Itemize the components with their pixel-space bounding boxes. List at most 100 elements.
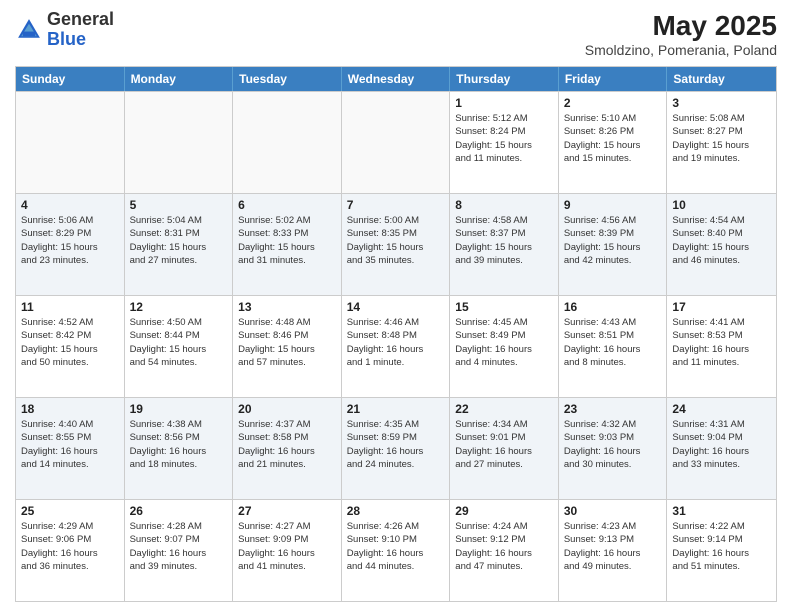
day-info: Sunrise: 4:29 AM Sunset: 9:06 PM Dayligh…	[21, 520, 119, 573]
day-number: 18	[21, 402, 119, 416]
day-info: Sunrise: 5:10 AM Sunset: 8:26 PM Dayligh…	[564, 112, 662, 165]
day-number: 15	[455, 300, 553, 314]
day-number: 9	[564, 198, 662, 212]
day-number: 23	[564, 402, 662, 416]
empty-cell	[16, 92, 125, 193]
day-number: 26	[130, 504, 228, 518]
day-cell: 21Sunrise: 4:35 AM Sunset: 8:59 PM Dayli…	[342, 398, 451, 499]
day-cell: 4 Sunrise: 5:06 AM Sunset: 8:29 PM Daylig…	[16, 194, 125, 295]
day-number: 29	[455, 504, 553, 518]
day-number: 27	[238, 504, 336, 518]
day-cell: 10Sunrise: 4:54 AM Sunset: 8:40 PM Dayli…	[667, 194, 776, 295]
calendar-row: 1Sunrise: 5:12 AM Sunset: 8:24 PM Daylig…	[16, 91, 776, 193]
logo: General Blue	[15, 10, 114, 50]
day-cell: 7 Sunrise: 5:00 AM Sunset: 8:35 PM Daylig…	[342, 194, 451, 295]
weekday-header: Friday	[559, 67, 668, 91]
day-cell: 22Sunrise: 4:34 AM Sunset: 9:01 PM Dayli…	[450, 398, 559, 499]
calendar-row: 18 Sunrise: 4:40 AM Sunset: 8:55 PM Dayli…	[16, 397, 776, 499]
day-info: Sunrise: 4:48 AM Sunset: 8:46 PM Dayligh…	[238, 316, 336, 369]
day-cell: 12Sunrise: 4:50 AM Sunset: 8:44 PM Dayli…	[125, 296, 234, 397]
day-cell: 28Sunrise: 4:26 AM Sunset: 9:10 PM Dayli…	[342, 500, 451, 601]
day-cell: 16Sunrise: 4:43 AM Sunset: 8:51 PM Dayli…	[559, 296, 668, 397]
empty-cell	[233, 92, 342, 193]
day-info: Sunrise: 4:46 AM Sunset: 8:48 PM Dayligh…	[347, 316, 445, 369]
day-number: 17	[672, 300, 771, 314]
weekday-header: Saturday	[667, 67, 776, 91]
empty-cell	[125, 92, 234, 193]
day-number: 22	[455, 402, 553, 416]
day-cell: 29Sunrise: 4:24 AM Sunset: 9:12 PM Dayli…	[450, 500, 559, 601]
day-info: Sunrise: 5:12 AM Sunset: 8:24 PM Dayligh…	[455, 112, 553, 165]
day-number: 8	[455, 198, 553, 212]
day-number: 31	[672, 504, 771, 518]
day-info: Sunrise: 5:04 AM Sunset: 8:31 PM Dayligh…	[130, 214, 228, 267]
day-number: 2	[564, 96, 662, 110]
day-number: 12	[130, 300, 228, 314]
day-number: 5	[130, 198, 228, 212]
day-number: 11	[21, 300, 119, 314]
day-info: Sunrise: 5:06 AM Sunset: 8:29 PM Dayligh…	[21, 214, 119, 267]
logo-blue: Blue	[47, 29, 86, 49]
day-cell: 27 Sunrise: 4:27 AM Sunset: 9:09 PM Dayli…	[233, 500, 342, 601]
day-info: Sunrise: 4:23 AM Sunset: 9:13 PM Dayligh…	[564, 520, 662, 573]
day-cell: 31 Sunrise: 4:22 AM Sunset: 9:14 PM Dayli…	[667, 500, 776, 601]
calendar-row: 4 Sunrise: 5:06 AM Sunset: 8:29 PM Daylig…	[16, 193, 776, 295]
day-cell: 17 Sunrise: 4:41 AM Sunset: 8:53 PM Dayli…	[667, 296, 776, 397]
day-cell: 2 Sunrise: 5:10 AM Sunset: 8:26 PM Daylig…	[559, 92, 668, 193]
day-info: Sunrise: 4:38 AM Sunset: 8:56 PM Dayligh…	[130, 418, 228, 471]
day-number: 16	[564, 300, 662, 314]
day-number: 20	[238, 402, 336, 416]
weekday-header: Wednesday	[342, 67, 451, 91]
day-info: Sunrise: 4:32 AM Sunset: 9:03 PM Dayligh…	[564, 418, 662, 471]
page: General Blue May 2025 Smoldzino, Pomeran…	[0, 0, 792, 612]
day-number: 7	[347, 198, 445, 212]
day-info: Sunrise: 4:26 AM Sunset: 9:10 PM Dayligh…	[347, 520, 445, 573]
calendar-row: 11Sunrise: 4:52 AM Sunset: 8:42 PM Dayli…	[16, 295, 776, 397]
day-cell: 15Sunrise: 4:45 AM Sunset: 8:49 PM Dayli…	[450, 296, 559, 397]
day-info: Sunrise: 5:00 AM Sunset: 8:35 PM Dayligh…	[347, 214, 445, 267]
day-info: Sunrise: 4:37 AM Sunset: 8:58 PM Dayligh…	[238, 418, 336, 471]
day-info: Sunrise: 4:22 AM Sunset: 9:14 PM Dayligh…	[672, 520, 771, 573]
calendar-body: 1Sunrise: 5:12 AM Sunset: 8:24 PM Daylig…	[16, 91, 776, 601]
calendar-row: 25 Sunrise: 4:29 AM Sunset: 9:06 PM Dayli…	[16, 499, 776, 601]
subtitle: Smoldzino, Pomerania, Poland	[585, 42, 777, 58]
day-number: 19	[130, 402, 228, 416]
day-info: Sunrise: 4:54 AM Sunset: 8:40 PM Dayligh…	[672, 214, 771, 267]
day-cell: 18 Sunrise: 4:40 AM Sunset: 8:55 PM Dayli…	[16, 398, 125, 499]
day-cell: 11Sunrise: 4:52 AM Sunset: 8:42 PM Dayli…	[16, 296, 125, 397]
day-info: Sunrise: 4:56 AM Sunset: 8:39 PM Dayligh…	[564, 214, 662, 267]
day-number: 14	[347, 300, 445, 314]
logo-text: General Blue	[47, 10, 114, 50]
logo-icon	[15, 16, 43, 44]
day-cell: 13 Sunrise: 4:48 AM Sunset: 8:46 PM Dayli…	[233, 296, 342, 397]
day-cell: 9 Sunrise: 4:56 AM Sunset: 8:39 PM Daylig…	[559, 194, 668, 295]
day-info: Sunrise: 4:40 AM Sunset: 8:55 PM Dayligh…	[21, 418, 119, 471]
day-number: 25	[21, 504, 119, 518]
day-info: Sunrise: 4:31 AM Sunset: 9:04 PM Dayligh…	[672, 418, 771, 471]
day-number: 6	[238, 198, 336, 212]
logo-general: General	[47, 9, 114, 29]
main-title: May 2025	[585, 10, 777, 42]
day-info: Sunrise: 4:35 AM Sunset: 8:59 PM Dayligh…	[347, 418, 445, 471]
day-cell: 23 Sunrise: 4:32 AM Sunset: 9:03 PM Dayli…	[559, 398, 668, 499]
calendar: SundayMondayTuesdayWednesdayThursdayFrid…	[15, 66, 777, 602]
day-cell: 30Sunrise: 4:23 AM Sunset: 9:13 PM Dayli…	[559, 500, 668, 601]
day-info: Sunrise: 4:41 AM Sunset: 8:53 PM Dayligh…	[672, 316, 771, 369]
day-cell: 3Sunrise: 5:08 AM Sunset: 8:27 PM Daylig…	[667, 92, 776, 193]
day-number: 13	[238, 300, 336, 314]
day-info: Sunrise: 5:08 AM Sunset: 8:27 PM Dayligh…	[672, 112, 771, 165]
day-number: 4	[21, 198, 119, 212]
day-info: Sunrise: 5:02 AM Sunset: 8:33 PM Dayligh…	[238, 214, 336, 267]
day-info: Sunrise: 4:28 AM Sunset: 9:07 PM Dayligh…	[130, 520, 228, 573]
day-cell: 26 Sunrise: 4:28 AM Sunset: 9:07 PM Dayli…	[125, 500, 234, 601]
day-cell: 25 Sunrise: 4:29 AM Sunset: 9:06 PM Dayli…	[16, 500, 125, 601]
day-info: Sunrise: 4:27 AM Sunset: 9:09 PM Dayligh…	[238, 520, 336, 573]
day-cell: 5 Sunrise: 5:04 AM Sunset: 8:31 PM Daylig…	[125, 194, 234, 295]
day-info: Sunrise: 4:58 AM Sunset: 8:37 PM Dayligh…	[455, 214, 553, 267]
day-number: 24	[672, 402, 771, 416]
empty-cell	[342, 92, 451, 193]
weekday-header: Tuesday	[233, 67, 342, 91]
day-cell: 8 Sunrise: 4:58 AM Sunset: 8:37 PM Daylig…	[450, 194, 559, 295]
day-cell: 6 Sunrise: 5:02 AM Sunset: 8:33 PM Daylig…	[233, 194, 342, 295]
header: General Blue May 2025 Smoldzino, Pomeran…	[15, 10, 777, 58]
